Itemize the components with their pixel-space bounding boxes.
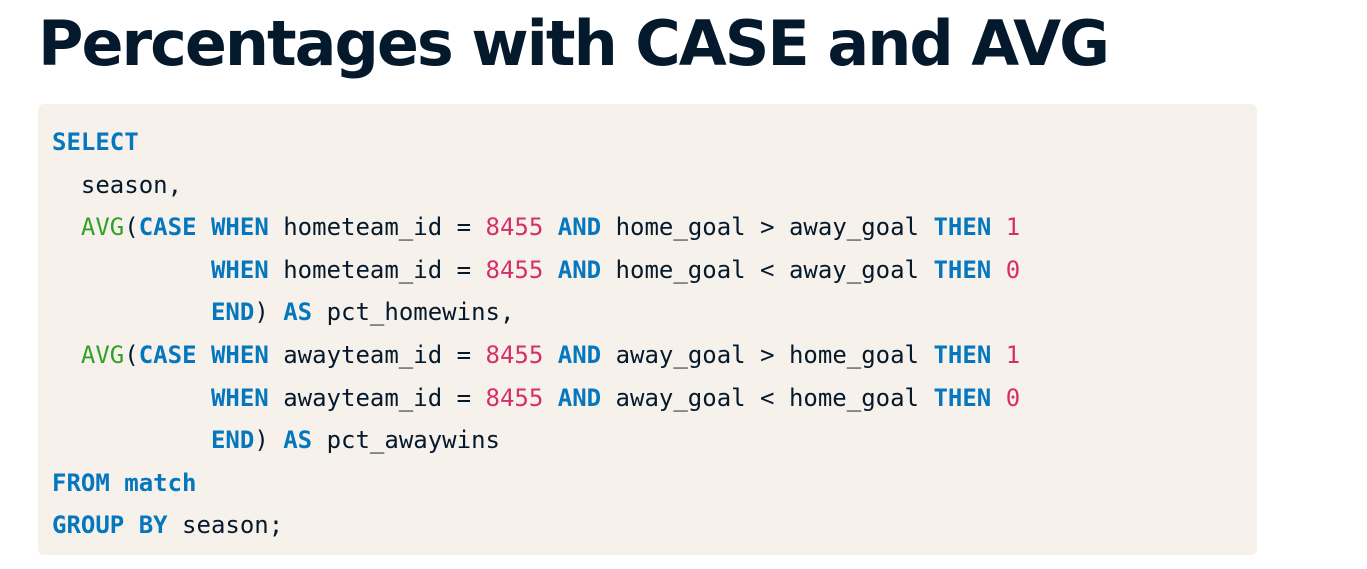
code-line: GROUP BY season; (52, 504, 1257, 547)
sql-keyword: CASE (138, 340, 197, 369)
sql-keyword: AND (557, 383, 602, 412)
sql-number: 8455 (485, 213, 544, 242)
code-text: pct_homewins, (312, 298, 515, 327)
code-text: away_goal > home_goal (601, 340, 934, 369)
sql-keyword: WHEN (210, 213, 269, 242)
sql-keyword: GROUP BY (52, 511, 168, 540)
sql-number: 0 (1005, 383, 1021, 412)
sql-keyword: AND (557, 340, 602, 369)
code-line: season, (52, 164, 1257, 207)
code-text: home_goal > away_goal (601, 213, 934, 242)
code-line: SELECT (52, 121, 1257, 164)
sql-keyword: AS (283, 426, 313, 455)
code-line: END) AS pct_awaywins (52, 419, 1257, 462)
code-text: season; (167, 511, 284, 540)
code-text: season, (52, 170, 183, 199)
sql-keyword: WHEN (210, 383, 269, 412)
sql-number: 0 (1005, 255, 1021, 284)
sql-keyword: AND (557, 213, 602, 242)
sql-keyword: CASE (138, 213, 197, 242)
sql-function: AVG (80, 340, 125, 369)
sql-keyword: FROM match (52, 468, 197, 497)
sql-keyword: SELECT (52, 128, 139, 156)
code-line: WHEN hometeam_id = 8455 AND home_goal < … (52, 249, 1257, 292)
code-line: AVG(CASE WHEN hometeam_id = 8455 AND hom… (52, 206, 1257, 249)
code-text: ( (124, 340, 139, 369)
code-text: ) (254, 298, 284, 327)
sql-keyword: END (210, 426, 255, 455)
sql-keyword: THEN (933, 340, 992, 369)
code-line: FROM match (52, 462, 1257, 505)
sql-number: 1 (1005, 340, 1021, 369)
sql-number: 1 (1005, 213, 1021, 242)
code-text: ( (124, 213, 139, 242)
sql-keyword: AS (283, 298, 313, 327)
sql-keyword: AND (557, 255, 602, 284)
code-text: away_goal < home_goal (601, 383, 934, 412)
sql-function: AVG (80, 213, 125, 242)
sql-number: 8455 (485, 255, 544, 284)
page-title: Percentages with CASE and AVG (38, 7, 1110, 80)
sql-keyword: WHEN (210, 255, 269, 284)
sql-keyword: THEN (933, 255, 992, 284)
code-text: home_goal < away_goal (601, 255, 934, 284)
sql-keyword: WHEN (210, 340, 269, 369)
code-line: END) AS pct_homewins, (52, 291, 1257, 334)
code-text: awayteam_id = (268, 340, 486, 369)
sql-code-block: SELECT season, AVG(CASE WHEN hometeam_id… (38, 104, 1257, 555)
code-text: ) (254, 426, 284, 455)
sql-keyword: THEN (933, 213, 992, 242)
sql-keyword: THEN (933, 383, 992, 412)
code-text: hometeam_id = (268, 213, 486, 242)
code-text: hometeam_id = (268, 255, 486, 284)
code-text: pct_awaywins (312, 426, 500, 455)
code-text: awayteam_id = (268, 383, 486, 412)
sql-number: 8455 (485, 340, 544, 369)
code-line: WHEN awayteam_id = 8455 AND away_goal < … (52, 377, 1257, 420)
sql-keyword: END (210, 298, 255, 327)
sql-number: 8455 (485, 383, 544, 412)
code-line: AVG(CASE WHEN awayteam_id = 8455 AND awa… (52, 334, 1257, 377)
